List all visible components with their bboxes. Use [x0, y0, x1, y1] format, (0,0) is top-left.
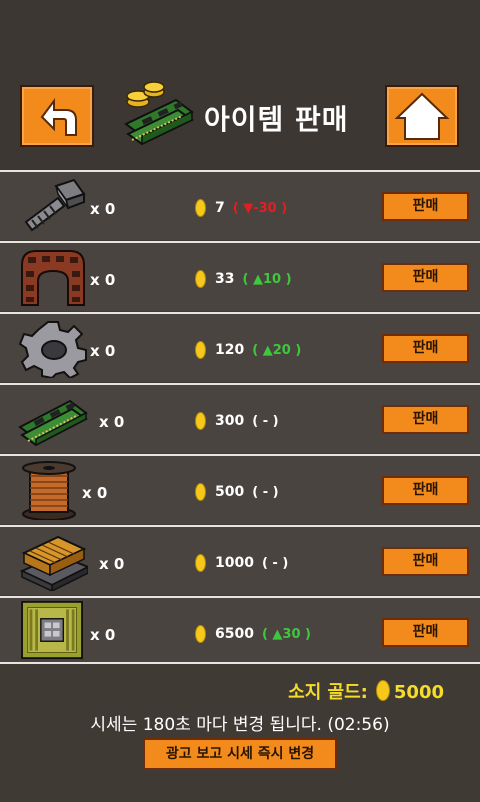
- coin-icon: [195, 483, 206, 501]
- owned-gold: 소지 골드: 5000: [288, 678, 444, 704]
- price-change: ( ▲20 ): [252, 343, 302, 358]
- item-quantity: x 0: [90, 342, 116, 360]
- sell-button[interactable]: 판매: [382, 263, 469, 292]
- item-row: x 0 500 ( - ) 판매: [0, 454, 480, 524]
- gold-wire-block-icon: [19, 535, 88, 591]
- microchip-icon: [21, 600, 83, 660]
- coin-icon: [195, 412, 206, 430]
- item-row: x 0 120 ( ▲20 ) 판매: [0, 312, 480, 382]
- coin-icon: [195, 554, 206, 572]
- item-row: x 0 1000 ( - ) 판매: [0, 525, 480, 595]
- coin-icon: [195, 270, 206, 288]
- item-quantity: x 0: [82, 484, 108, 502]
- page-title: 아이템 판매: [204, 103, 349, 136]
- item-quantity: x 0: [90, 271, 116, 289]
- item-row: x 0 300 ( - ) 판매: [0, 383, 480, 453]
- sell-button[interactable]: 판매: [382, 334, 469, 363]
- coins-and-circuit-icon: [124, 81, 194, 146]
- item-price: 1000 ( - ): [215, 555, 288, 571]
- price-change: ( - ): [261, 556, 289, 571]
- price-change: ( ▲10 ): [242, 272, 292, 287]
- price-change: ( - ): [252, 485, 279, 500]
- gold-value: 5000: [393, 682, 444, 703]
- footer-panel: 소지 골드: 5000 시세는 180초 마다 변경 됩니다. (02:56) 광…: [0, 662, 480, 802]
- price-change: ( ▼-30 ): [232, 201, 288, 216]
- item-price: 500 ( - ): [215, 484, 279, 500]
- gold-label: 소지 골드:: [288, 682, 368, 703]
- sell-button[interactable]: 판매: [382, 405, 469, 434]
- gear-icon: [18, 321, 87, 378]
- item-price: 120 ( ▲20 ): [215, 342, 301, 358]
- item-row: x 0 33 ( ▲10 ) 판매: [0, 241, 480, 311]
- back-button[interactable]: [20, 85, 94, 147]
- item-price: 6500 ( ▲30 ): [215, 626, 311, 642]
- sell-button[interactable]: 판매: [382, 192, 469, 221]
- item-quantity: x 0: [90, 200, 116, 218]
- price-value: 300: [215, 413, 245, 429]
- item-row: x 0 6500 ( ▲30 ) 판매: [0, 596, 480, 662]
- item-quantity: x 0: [99, 555, 125, 573]
- item-price: 7 ( ▼-30 ): [215, 200, 287, 216]
- item-row: x 0 7 ( ▼-30 ) 판매: [0, 170, 480, 240]
- home-icon: [394, 92, 450, 140]
- price-value: 7: [215, 200, 225, 216]
- price-value: 500: [215, 484, 245, 500]
- item-quantity: x 0: [99, 413, 125, 431]
- sell-button[interactable]: 판매: [382, 476, 469, 505]
- sell-button[interactable]: 판매: [382, 547, 469, 576]
- sell-button[interactable]: 판매: [382, 618, 469, 647]
- home-button[interactable]: [385, 85, 459, 147]
- price-value: 6500: [215, 626, 254, 642]
- copper-coil-icon: [22, 461, 76, 520]
- back-arrow-icon: [40, 98, 77, 136]
- circuit-board-icon: [18, 399, 88, 447]
- coin-icon: [375, 680, 390, 701]
- header-bar: 아이템 판매: [0, 0, 480, 170]
- item-price: 33 ( ▲10 ): [215, 271, 292, 287]
- brick-arch-icon: [21, 250, 85, 306]
- price-value: 120: [215, 342, 245, 358]
- coin-icon: [195, 199, 206, 217]
- price-value: 33: [215, 271, 235, 287]
- title-group: 아이템 판매: [118, 78, 368, 158]
- coin-icon: [195, 625, 206, 643]
- price-change: ( - ): [252, 414, 279, 429]
- price-change: ( ▲30 ): [261, 627, 311, 642]
- watch-ad-change-price-button[interactable]: 광고 보고 시세 즉시 변경: [143, 738, 337, 770]
- coin-icon: [195, 341, 206, 359]
- bolt-icon: [24, 178, 86, 232]
- item-quantity: x 0: [90, 626, 116, 644]
- item-price: 300 ( - ): [215, 413, 279, 429]
- price-change-info: 시세는 180초 마다 변경 됩니다. (02:56): [90, 715, 390, 735]
- price-value: 1000: [215, 555, 254, 571]
